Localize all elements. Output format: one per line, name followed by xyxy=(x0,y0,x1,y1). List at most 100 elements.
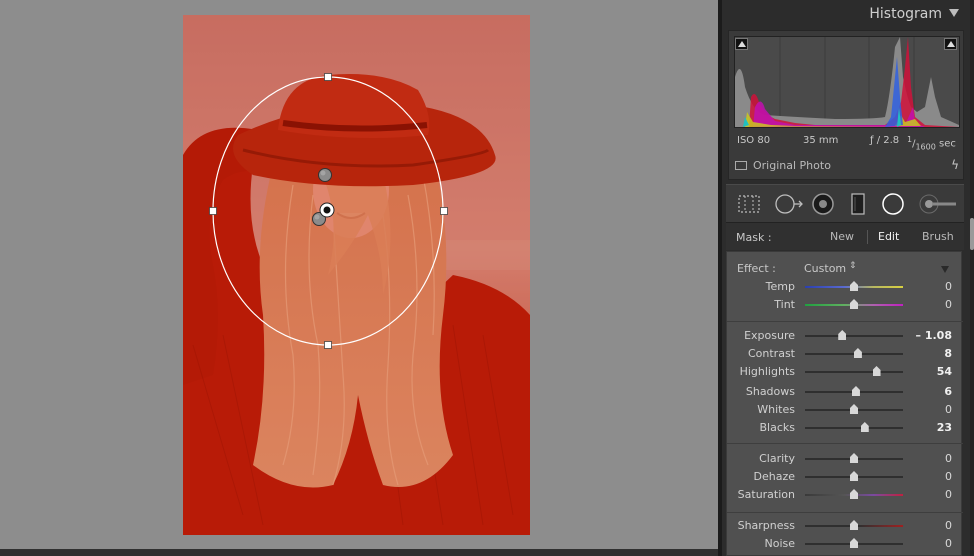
mask-new-button[interactable]: New xyxy=(830,230,854,243)
slider-value[interactable]: 0 xyxy=(945,403,952,416)
crop-overlay-icon[interactable] xyxy=(736,191,762,217)
slider-track[interactable] xyxy=(805,299,903,309)
photo-preview[interactable] xyxy=(183,15,530,535)
slider-track[interactable] xyxy=(805,422,903,432)
slider-whites[interactable]: Whites 0 xyxy=(727,401,963,419)
spot-removal-icon[interactable] xyxy=(774,191,804,217)
ellipse-handle-bottom[interactable] xyxy=(324,341,332,349)
slider-value[interactable]: 6 xyxy=(944,385,952,398)
mask-row: Mask : New Edit Brush xyxy=(726,222,964,250)
slider-track[interactable] xyxy=(805,489,903,499)
slider-track[interactable] xyxy=(805,281,903,291)
slider-value[interactable]: 0 xyxy=(945,488,952,501)
highlight-clipping-icon[interactable] xyxy=(944,38,957,50)
slider-thumb[interactable] xyxy=(838,330,847,340)
slider-thumb[interactable] xyxy=(850,489,858,499)
slider-track[interactable] xyxy=(805,404,903,414)
histogram-panel: ISO 80 35 mm ƒ / 2.8 1/1600 sec Original… xyxy=(728,30,964,180)
slider-saturation[interactable]: Saturation 0 xyxy=(727,486,963,504)
shutter-unit: sec xyxy=(939,138,956,150)
slider-track[interactable] xyxy=(805,538,903,548)
slider-blacks[interactable]: Blacks 23 xyxy=(727,419,963,437)
slider-label: Sharpness xyxy=(737,519,795,532)
slider-thumb[interactable] xyxy=(850,471,858,481)
histogram-header[interactable]: Histogram xyxy=(722,0,968,28)
slider-track[interactable] xyxy=(805,520,903,530)
slider-thumb[interactable] xyxy=(872,366,881,376)
effect-preset-dropdown[interactable]: Custom xyxy=(804,262,846,275)
slider-value[interactable]: 0 xyxy=(945,470,952,483)
section-separator xyxy=(727,512,963,513)
shadow-clipping-icon[interactable] xyxy=(735,38,748,50)
preset-updown-icon[interactable]: ⇕ xyxy=(849,261,857,271)
slider-value[interactable]: 8 xyxy=(944,347,952,360)
slider-value[interactable]: 0 xyxy=(945,280,952,293)
slider-highlights[interactable]: Highlights 54 xyxy=(727,363,963,381)
collapse-triangle-icon[interactable] xyxy=(949,9,959,17)
slider-shadows[interactable]: Shadows 6 xyxy=(727,383,963,401)
original-photo-row[interactable]: Original Photo ϟ xyxy=(735,158,959,174)
slider-value[interactable]: 0 xyxy=(945,298,952,311)
mask-pin-selected[interactable] xyxy=(319,202,335,218)
image-canvas[interactable] xyxy=(0,0,718,556)
panel-scroll-thumb[interactable] xyxy=(970,218,974,250)
slider-track[interactable] xyxy=(805,330,903,340)
ellipse-handle-top[interactable] xyxy=(324,73,332,81)
slider-value[interactable]: 0 xyxy=(945,452,952,465)
mask-brush-button[interactable]: Brush xyxy=(922,230,954,243)
slider-thumb[interactable] xyxy=(850,538,858,548)
original-photo-checkbox-icon[interactable] xyxy=(735,161,747,170)
slider-value[interactable]: 54 xyxy=(937,365,952,378)
original-photo-label: Original Photo xyxy=(753,159,831,172)
slider-clarity[interactable]: Clarity 0 xyxy=(727,450,963,468)
slider-thumb[interactable] xyxy=(860,422,869,432)
slider-value[interactable]: 0 xyxy=(945,537,952,550)
graduated-filter-icon[interactable] xyxy=(848,191,868,217)
adjustment-brush-icon[interactable] xyxy=(918,191,958,217)
panel-scroll-track[interactable] xyxy=(970,0,974,556)
slider-thumb[interactable] xyxy=(850,281,858,291)
exif-aperture: ƒ / 2.8 xyxy=(870,135,900,146)
slider-noise[interactable]: Noise 0 xyxy=(727,535,963,553)
ellipse-handle-right[interactable] xyxy=(440,207,448,215)
slider-value[interactable]: 23 xyxy=(937,421,952,434)
slider-thumb[interactable] xyxy=(850,299,858,309)
effect-label: Effect : xyxy=(737,262,776,275)
red-eye-icon[interactable] xyxy=(810,191,836,217)
slider-exposure[interactable]: Exposure – 1.08 xyxy=(727,327,963,345)
slider-thumb[interactable] xyxy=(850,404,858,414)
slider-tint[interactable]: Tint 0 xyxy=(727,296,963,314)
slider-label: Saturation xyxy=(737,488,795,501)
slider-track[interactable] xyxy=(805,348,903,358)
photo-image xyxy=(183,15,530,535)
exif-iso: ISO 80 xyxy=(737,135,771,146)
slider-thumb[interactable] xyxy=(850,520,858,530)
mask-pin-1[interactable] xyxy=(318,168,332,182)
slider-value[interactable]: 0 xyxy=(945,519,952,532)
slider-label: Blacks xyxy=(759,421,796,434)
slider-label: Tint xyxy=(774,298,795,311)
ellipse-handle-left[interactable] xyxy=(209,207,217,215)
shutter-denominator: 1600 xyxy=(915,142,936,152)
slider-sharpness[interactable]: Sharpness 0 xyxy=(727,517,963,535)
slider-track[interactable] xyxy=(805,366,903,376)
slider-track[interactable] xyxy=(805,471,903,481)
lightning-bolt-icon[interactable]: ϟ xyxy=(951,158,959,172)
effects-collapse-icon[interactable] xyxy=(941,266,949,273)
slider-thumb[interactable] xyxy=(850,453,858,463)
slider-track[interactable] xyxy=(805,386,903,396)
slider-temp[interactable]: Temp 0 xyxy=(727,278,963,296)
slider-label: Noise xyxy=(764,537,795,550)
slider-label: Whites xyxy=(757,403,795,416)
slider-track[interactable] xyxy=(805,453,903,463)
slider-value[interactable]: – 1.08 xyxy=(916,329,952,342)
slider-thumb[interactable] xyxy=(853,348,862,358)
mask-edit-button[interactable]: Edit xyxy=(878,230,899,243)
slider-dehaze[interactable]: Dehaze 0 xyxy=(727,468,963,486)
histogram-graph[interactable] xyxy=(734,36,960,128)
slider-label: Clarity xyxy=(759,452,795,465)
slider-thumb[interactable] xyxy=(851,386,860,396)
slider-contrast[interactable]: Contrast 8 xyxy=(727,345,963,363)
radial-filter-icon[interactable] xyxy=(880,191,906,217)
mask-label: Mask : xyxy=(736,231,772,244)
